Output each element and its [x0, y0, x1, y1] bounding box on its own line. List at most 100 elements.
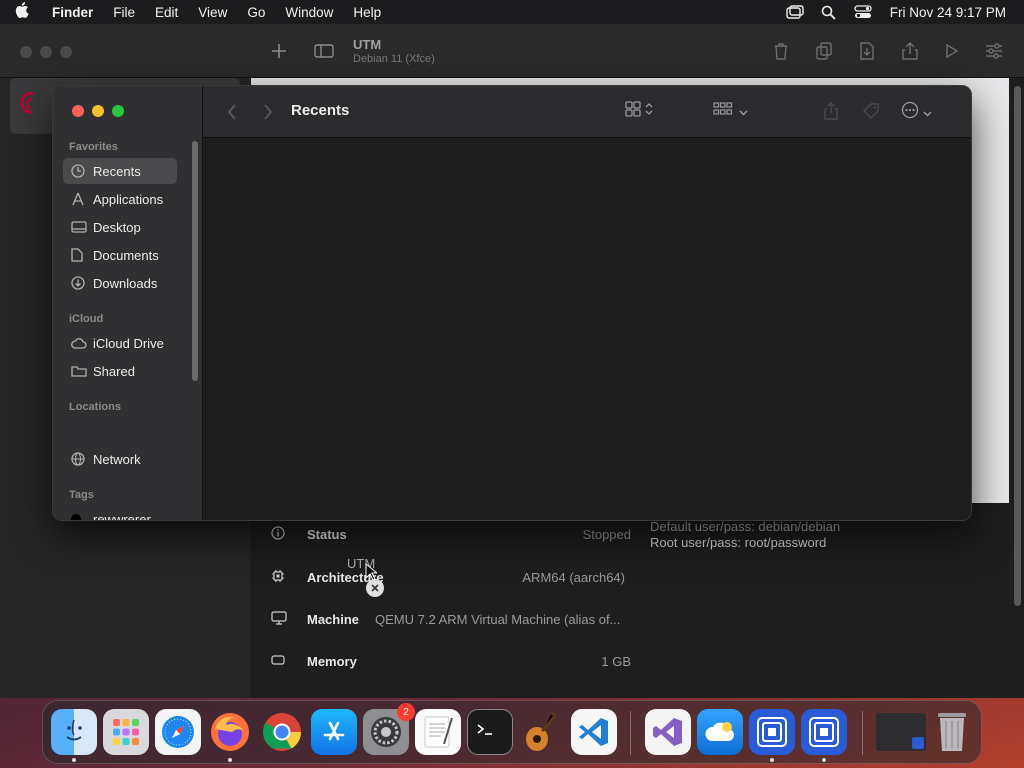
machine-row: Machine QEMU 7.2 ARM Virtual Machine (al…	[271, 607, 631, 631]
menu-help[interactable]: Help	[343, 5, 391, 20]
tags-header: Tags	[69, 489, 94, 501]
share-icon[interactable]	[899, 40, 921, 62]
vm-notes-line-2: Root user/pass: root/password	[650, 535, 827, 550]
close-button[interactable]	[72, 105, 84, 117]
dock-trash-icon[interactable]	[929, 709, 975, 755]
add-vm-icon[interactable]	[268, 40, 290, 62]
memory-icon	[271, 654, 295, 669]
sidebar-item-icloud-drive[interactable]: iCloud Drive	[63, 330, 177, 356]
dock: 2	[42, 700, 982, 764]
dock-running-indicator	[72, 758, 76, 762]
dock-textedit-icon[interactable]	[415, 709, 461, 755]
shared-folder-icon	[71, 365, 91, 377]
finder-window: Favorites Recents Applications Desktop D…	[52, 85, 972, 521]
up-down-chevron-icon	[645, 102, 653, 121]
utm-scrollbar[interactable]	[1011, 78, 1024, 698]
dock-utm-helper-icon[interactable]	[801, 709, 847, 755]
sidebar-item-label: iCloud Drive	[93, 335, 164, 351]
menu-go[interactable]: Go	[237, 5, 275, 20]
back-chevron-icon[interactable]	[221, 101, 243, 123]
ellipsis-circle-icon	[901, 101, 919, 124]
settings-sliders-icon[interactable]	[983, 40, 1005, 62]
dock-vscode-icon[interactable]	[571, 709, 617, 755]
sidebar-item-downloads[interactable]: Downloads	[63, 270, 177, 296]
dock-visual-studio-icon[interactable]	[645, 709, 691, 755]
dock-running-indicator	[228, 758, 232, 762]
sidebar-item-applications[interactable]: Applications	[63, 186, 177, 212]
menu-app-name[interactable]: Finder	[44, 5, 103, 20]
dock-minimized-window[interactable]	[876, 713, 926, 751]
sidebar-item-label: Downloads	[93, 275, 158, 291]
group-by-button[interactable]	[713, 101, 748, 122]
network-icon	[71, 452, 91, 466]
sidebar-item-shared[interactable]: Shared	[63, 358, 177, 384]
dock-utm-icon[interactable]	[749, 709, 795, 755]
tag-icon[interactable]	[860, 100, 882, 122]
cloud-icon	[71, 337, 91, 349]
utm-window-controls[interactable]	[20, 45, 80, 63]
icloud-header: iCloud	[69, 313, 104, 325]
memory-row: Memory 1 GB	[271, 649, 631, 673]
architecture-value: ARM64 (aarch64)	[522, 569, 625, 585]
sidebar-scrollbar[interactable]	[192, 141, 198, 381]
sidebar-item-label: Documents	[93, 247, 159, 263]
menu-edit[interactable]: Edit	[145, 5, 188, 20]
toggle-sidebar-icon[interactable]	[313, 40, 335, 62]
finder-window-title: Recents	[291, 102, 350, 119]
screen-mirroring-icon[interactable]	[784, 4, 806, 20]
dock-garageband-icon[interactable]	[519, 709, 565, 755]
sidebar-item-label: Network	[93, 451, 141, 467]
sidebar-item-label: Shared	[93, 363, 135, 379]
debian-logo-icon	[20, 92, 35, 114]
spotlight-search-icon[interactable]	[818, 4, 840, 20]
control-center-icon[interactable]	[852, 4, 874, 20]
display-icon	[271, 610, 295, 628]
utm-window-subtitle: Debian 11 (Xfce)	[353, 53, 435, 65]
dock-terminal-icon[interactable]	[467, 709, 513, 755]
sidebar-item-documents[interactable]: Documents	[63, 242, 177, 268]
download-icon	[71, 276, 91, 290]
more-actions-button[interactable]	[901, 101, 932, 124]
dock-running-indicator	[822, 758, 826, 762]
menu-bar: Finder File Edit View Go Window Help Fri…	[0, 0, 1024, 24]
sidebar-item-network[interactable]: Network	[63, 446, 177, 472]
dock-chrome-icon[interactable]	[259, 709, 305, 755]
view-mode-button[interactable]	[625, 101, 653, 122]
sidebar-item-desktop[interactable]: Desktop	[63, 214, 177, 240]
trash-icon[interactable]	[770, 40, 792, 62]
menu-view[interactable]: View	[188, 5, 237, 20]
menu-file[interactable]: File	[103, 5, 145, 20]
sidebar-item-recents[interactable]: Recents	[63, 158, 177, 184]
favorites-header: Favorites	[69, 141, 118, 153]
desktop-icon	[71, 221, 91, 233]
chevron-down-icon	[923, 104, 932, 122]
dock-system-settings-icon[interactable]: 2	[363, 703, 415, 755]
finder-file-area[interactable]	[203, 138, 971, 520]
download-vm-icon[interactable]	[856, 40, 878, 62]
sidebar-item-tag[interactable]: rewwrerer	[63, 506, 177, 520]
sidebar-item-label: Applications	[93, 191, 164, 207]
drag-cancel-icon	[366, 579, 384, 597]
zoom-button[interactable]	[112, 105, 124, 117]
menu-window[interactable]: Window	[275, 5, 343, 20]
machine-value: QEMU 7.2 ARM Virtual Machine (alias of..…	[375, 611, 621, 627]
apple-menu-icon[interactable]	[0, 2, 44, 22]
dock-firefox-icon[interactable]	[207, 709, 253, 755]
dock-safari-icon[interactable]	[155, 709, 201, 755]
clone-icon[interactable]	[813, 40, 835, 62]
dock-finder-icon[interactable]	[51, 709, 97, 755]
menu-bar-clock[interactable]: Fri Nov 24 9:17 PM	[880, 5, 1024, 20]
dock-app-store-icon[interactable]	[311, 709, 357, 755]
locations-header: Locations	[69, 401, 121, 413]
forward-chevron-icon[interactable]	[257, 101, 279, 123]
dock-separator	[862, 711, 863, 755]
share-icon[interactable]	[820, 100, 842, 122]
info-icon	[271, 525, 295, 543]
utm-toolbar: UTM Debian 11 (Xfce)	[0, 24, 1024, 78]
dock-icloud-icon[interactable]	[697, 709, 743, 755]
run-vm-icon[interactable]	[941, 40, 963, 62]
notification-badge: 2	[397, 703, 415, 721]
document-icon	[71, 248, 91, 262]
dock-launchpad-icon[interactable]	[103, 709, 149, 755]
minimize-button[interactable]	[92, 105, 104, 117]
